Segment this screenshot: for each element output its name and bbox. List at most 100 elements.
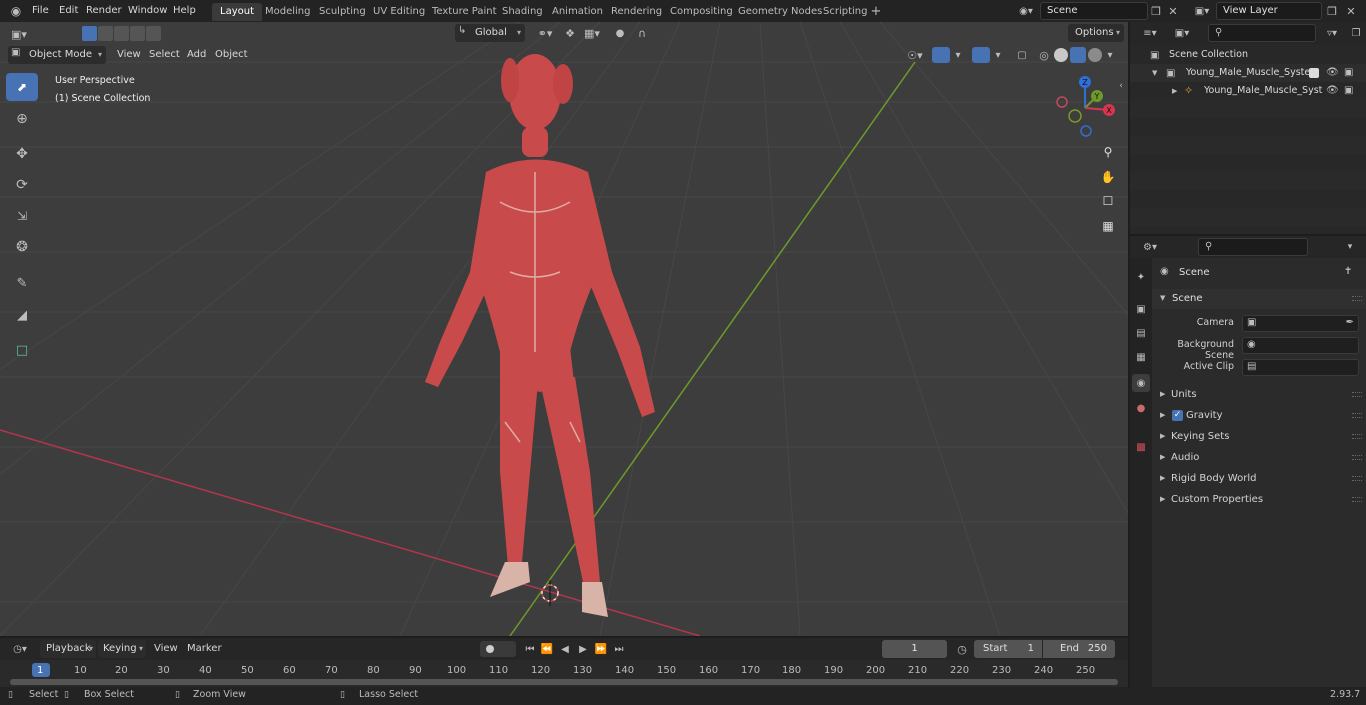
tab-scripting[interactable]: Scripting bbox=[815, 3, 875, 21]
start-frame-field[interactable]: Start 1 bbox=[974, 640, 1042, 658]
tab-animation[interactable]: Animation bbox=[544, 3, 611, 21]
rotate-tool[interactable]: ⟳ bbox=[6, 171, 38, 199]
transform-orientation-dropdown[interactable]: ↳ Global ▾ bbox=[455, 24, 525, 42]
camera-render-icon[interactable]: ▣ bbox=[1344, 82, 1353, 100]
scene-name-field[interactable]: Scene bbox=[1040, 2, 1148, 20]
add-workspace-icon[interactable]: + bbox=[869, 4, 883, 19]
outliner-row-collection[interactable]: ▼ ▣ Young_Male_Muscle_System 👁 ▣ bbox=[1130, 64, 1366, 82]
tab-layout[interactable]: Layout bbox=[212, 3, 262, 21]
visibility-selector-icon[interactable]: ☉▾ bbox=[902, 47, 928, 63]
rigid-body-world-section[interactable]: ▶ Rigid Body World bbox=[1152, 469, 1366, 489]
chevron-down-icon[interactable]: ▾ bbox=[992, 47, 1004, 63]
scene-panel-header[interactable]: ▼ Scene bbox=[1152, 289, 1366, 309]
blender-logo-icon[interactable]: ◉ bbox=[8, 3, 24, 19]
filter-icon[interactable]: ▿▾ bbox=[1320, 25, 1344, 41]
perspective-grid-icon[interactable]: ▦ bbox=[1097, 215, 1119, 237]
editor-type-icon[interactable]: ▣▾ bbox=[4, 25, 34, 43]
audio-section[interactable]: ▶ Audio bbox=[1152, 448, 1366, 468]
select-box-tool[interactable]: ⬈ bbox=[6, 73, 38, 101]
play-icon[interactable]: ▶ bbox=[575, 641, 591, 657]
zoom-icon[interactable]: ⚲ bbox=[1097, 141, 1119, 163]
gizmo-toggle-icon[interactable] bbox=[932, 47, 950, 63]
tab-texture-paint[interactable]: Texture Paint bbox=[424, 3, 505, 21]
tab-shading[interactable]: Shading bbox=[494, 3, 551, 21]
eye-icon[interactable]: 👁 bbox=[1326, 64, 1339, 82]
drag-grip-icon[interactable] bbox=[1352, 434, 1362, 439]
measure-tool[interactable]: ◢ bbox=[6, 301, 38, 329]
menu-file[interactable]: File bbox=[28, 3, 53, 19]
cursor-tool[interactable]: ⊕ bbox=[6, 105, 38, 133]
solid-shading-icon[interactable] bbox=[1054, 48, 1068, 62]
outliner-row-scene-collection[interactable]: ▣ Scene Collection bbox=[1130, 46, 1366, 64]
outliner-row-object[interactable]: ▶ ✧ Young_Male_Muscle_Syst 👁 ▣ bbox=[1130, 82, 1366, 100]
new-scene-icon[interactable]: ❐ bbox=[1148, 3, 1164, 19]
transform-tool[interactable]: ❂ bbox=[6, 233, 38, 261]
menu-select[interactable]: Select bbox=[144, 46, 185, 64]
play-reverse-icon[interactable]: ◀ bbox=[557, 641, 573, 657]
new-collection-icon[interactable]: ❐ bbox=[1348, 25, 1364, 41]
gravity-checkbox[interactable]: ✓ bbox=[1172, 410, 1183, 421]
new-view-layer-icon[interactable]: ❐ bbox=[1324, 3, 1340, 19]
menu-edit[interactable]: Edit bbox=[55, 3, 82, 19]
camera-render-icon[interactable]: ▣ bbox=[1344, 64, 1353, 82]
object-mode-dropdown[interactable]: ▣ Object Mode ▾ bbox=[8, 46, 106, 64]
jump-start-icon[interactable]: ⏮ bbox=[522, 641, 538, 657]
drag-grip-icon[interactable] bbox=[1352, 392, 1362, 397]
outliner-search-input[interactable]: ⚲ bbox=[1208, 24, 1316, 42]
timeline-menu-view[interactable]: View bbox=[149, 640, 183, 658]
camera-field[interactable]: ▣ ✒ bbox=[1242, 315, 1359, 332]
timeline-scrollbar[interactable] bbox=[10, 679, 1118, 685]
world-tab-icon[interactable]: ● bbox=[1132, 399, 1150, 417]
drag-grip-icon[interactable] bbox=[1352, 455, 1362, 460]
outliner-editor-type-icon[interactable]: ≡▾ bbox=[1138, 25, 1162, 41]
3d-viewport[interactable]: ▣▾ ↳ Global ▾ ⚭▾ ❖ ▦▾ ● ∩ Options ▾ ▣ Ob… bbox=[0, 22, 1128, 636]
eyedropper-icon[interactable]: ✒ bbox=[1346, 317, 1354, 328]
active-clip-field[interactable]: ▤ bbox=[1242, 359, 1359, 376]
eye-icon[interactable]: 👁 bbox=[1326, 82, 1339, 100]
view-layer-selector-icon[interactable]: ▣▾ bbox=[1190, 3, 1214, 19]
jump-end-icon[interactable]: ⏭ bbox=[611, 641, 627, 657]
tab-modeling[interactable]: Modeling bbox=[257, 3, 319, 21]
record-button[interactable] bbox=[480, 641, 516, 657]
select-mode-buttons[interactable] bbox=[82, 26, 162, 42]
chevron-down-icon[interactable]: ▾ bbox=[1104, 47, 1116, 63]
annotate-tool[interactable]: ✎ bbox=[6, 269, 38, 297]
xray-toggle-icon[interactable]: ▢ bbox=[1014, 47, 1030, 63]
delete-scene-icon[interactable]: ✕ bbox=[1166, 3, 1180, 19]
gravity-section[interactable]: ▶ ✓ Gravity bbox=[1152, 406, 1366, 426]
falloff-icon[interactable]: ∩ bbox=[630, 25, 654, 41]
drag-grip-icon[interactable] bbox=[1352, 413, 1362, 418]
snap-target-icon[interactable]: ▦▾ bbox=[580, 25, 604, 41]
menu-render[interactable]: Render bbox=[82, 3, 126, 19]
tab-rendering[interactable]: Rendering bbox=[603, 3, 670, 21]
scene-selector-icon[interactable]: ◉▾ bbox=[1014, 3, 1038, 19]
output-tab-icon[interactable]: ▤ bbox=[1132, 324, 1150, 342]
view-layer-field[interactable]: View Layer bbox=[1216, 2, 1322, 20]
pin-icon[interactable]: ✝ bbox=[1344, 266, 1352, 277]
next-keyframe-icon[interactable]: ⏩ bbox=[593, 641, 609, 657]
menu-window[interactable]: Window bbox=[124, 3, 171, 19]
sidebar-toggle-icon[interactable]: ‹ bbox=[1116, 80, 1126, 92]
pan-hand-icon[interactable]: ✋ bbox=[1097, 166, 1119, 188]
units-section[interactable]: ▶ Units bbox=[1152, 385, 1366, 405]
move-tool[interactable]: ✥ bbox=[6, 140, 38, 168]
keying-dropdown[interactable]: Keying ▾ bbox=[98, 640, 146, 658]
drag-grip-icon[interactable] bbox=[1352, 296, 1362, 301]
navigation-gizmo[interactable]: Z Y X bbox=[1050, 72, 1120, 142]
overlay-toggle-icon[interactable] bbox=[972, 47, 990, 63]
pivot-point-icon[interactable]: ⚭▾ bbox=[533, 25, 557, 41]
texture-tab-icon[interactable]: ▩ bbox=[1132, 438, 1150, 456]
drag-grip-icon[interactable] bbox=[1352, 497, 1362, 502]
delete-view-layer-icon[interactable]: ✕ bbox=[1344, 3, 1358, 19]
camera-view-icon[interactable]: ☐ bbox=[1097, 190, 1119, 212]
current-frame-field[interactable]: 1 bbox=[882, 640, 947, 658]
expand-down-icon[interactable]: ▼ bbox=[1152, 64, 1157, 82]
timeline-editor-type-icon[interactable]: ◷▾ bbox=[6, 641, 34, 657]
properties-editor-type-icon[interactable]: ⚙▾ bbox=[1138, 239, 1162, 255]
prev-keyframe-icon[interactable]: ⏪ bbox=[539, 641, 555, 657]
menu-object[interactable]: Object bbox=[210, 46, 253, 64]
render-tab-icon[interactable]: ▣ bbox=[1132, 300, 1150, 318]
wireframe-shading-icon[interactable]: ◎ bbox=[1036, 47, 1052, 63]
display-mode-icon[interactable]: ▣▾ bbox=[1170, 25, 1194, 41]
chevron-down-icon[interactable]: ▾ bbox=[1342, 239, 1358, 255]
